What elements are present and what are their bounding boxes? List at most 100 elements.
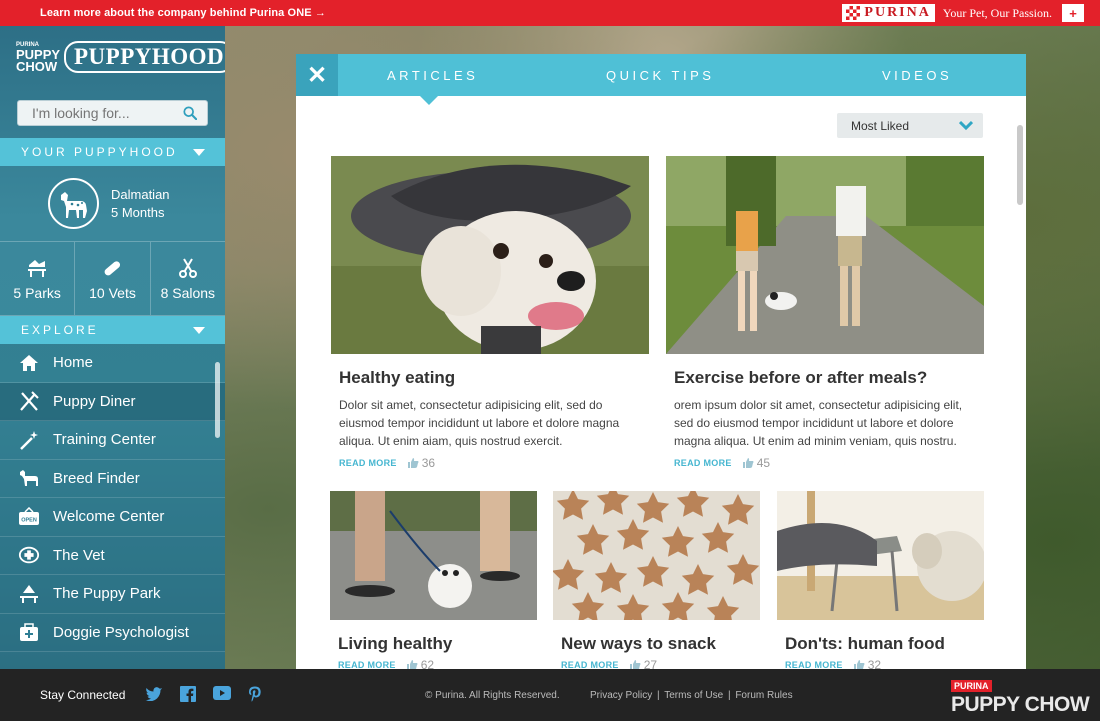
dog-profile[interactable]: Dalmatian 5 Months bbox=[0, 166, 225, 242]
article-card[interactable]: Living healthy READ MORE 62 bbox=[330, 491, 537, 672]
nav-item-doggie-psychologist[interactable]: Doggie Psychologist bbox=[0, 613, 225, 652]
chevron-down-icon bbox=[193, 327, 205, 334]
article-image-white-dog-leash[interactable] bbox=[330, 491, 537, 620]
your-puppyhood-label: YOUR PUPPYHOOD bbox=[21, 145, 178, 159]
nav-item-label: The Puppy Park bbox=[53, 585, 161, 603]
like-count: 36 bbox=[421, 456, 436, 470]
twitter-icon[interactable] bbox=[145, 686, 163, 707]
purina-logo-text: PURINA bbox=[864, 5, 931, 20]
top-bar: Learn more about the company behind Puri… bbox=[0, 0, 1100, 26]
search-input[interactable] bbox=[32, 105, 182, 121]
thumbs-up-icon[interactable] bbox=[407, 457, 419, 469]
nav-item-label: Puppy Diner bbox=[53, 392, 136, 410]
purina-logo[interactable]: PURINA bbox=[842, 4, 935, 22]
nav-item-home[interactable]: Home bbox=[0, 344, 225, 383]
link-divider: | bbox=[727, 690, 731, 701]
pinterest-icon[interactable] bbox=[248, 686, 262, 707]
terms-of-use-link[interactable]: Terms of Use bbox=[664, 690, 723, 701]
fork-knife-icon bbox=[18, 390, 40, 412]
tagline: Your Pet, Our Passion. bbox=[942, 5, 1052, 20]
stat-salons[interactable]: 8 Salons bbox=[151, 242, 225, 315]
article-card[interactable]: Healthy eating Dolor sit amet, consectet… bbox=[331, 156, 649, 476]
close-button[interactable]: ✕ bbox=[296, 54, 338, 96]
article-card[interactable]: New ways to snack READ MORE 27 bbox=[553, 491, 760, 672]
nav-item-label: Breed Finder bbox=[53, 469, 140, 487]
footer-puppy-chow-logo[interactable]: PURINA PUPPY CHOW bbox=[951, 676, 1090, 717]
article-card[interactable]: Don'ts: human food READ MORE 32 bbox=[777, 491, 984, 672]
article-title[interactable]: Living healthy bbox=[338, 634, 452, 654]
search-icon[interactable] bbox=[183, 106, 197, 120]
stat-parks[interactable]: 5 Parks bbox=[0, 242, 76, 315]
nav-item-the-puppy-park[interactable]: The Puppy Park bbox=[0, 575, 225, 614]
article-image-star-cookies[interactable] bbox=[553, 491, 760, 620]
tab-quick-tips[interactable]: QUICK TIPS bbox=[606, 54, 714, 96]
sort-dropdown-value: Most Liked bbox=[851, 118, 910, 133]
learn-more-link[interactable]: Learn more about the company behind Puri… bbox=[40, 7, 326, 19]
park-icon bbox=[18, 583, 40, 605]
open-sign-text: OPEN bbox=[21, 517, 37, 523]
thumbs-up-icon[interactable] bbox=[742, 457, 754, 469]
brand[interactable]: PURINA PUPPY CHOW PUPPYHOOD bbox=[0, 26, 225, 88]
stat-vets[interactable]: 10 Vets bbox=[75, 242, 151, 315]
nav-item-label: Training Center bbox=[53, 431, 156, 449]
nav-item-breed-finder[interactable]: Breed Finder bbox=[0, 459, 225, 498]
sidebar: PURINA PUPPY CHOW PUPPYHOOD YOUR PUPPYHO… bbox=[0, 26, 225, 669]
article-excerpt: orem ipsum dolor sit amet, consectetur a… bbox=[674, 398, 963, 448]
forum-rules-link[interactable]: Forum Rules bbox=[735, 690, 792, 701]
article-title[interactable]: Don'ts: human food bbox=[785, 634, 945, 654]
nav-item-training-center[interactable]: Training Center bbox=[0, 421, 225, 460]
copyright-text: © Purina. All Rights Reserved. bbox=[425, 690, 560, 701]
read-more-link[interactable]: READ MORE bbox=[339, 458, 397, 468]
panel-scrollbar[interactable] bbox=[1017, 125, 1023, 205]
explore-nav: Home Puppy Diner Training Center Breed F… bbox=[0, 344, 225, 652]
nav-item-the-vet[interactable]: The Vet bbox=[0, 536, 225, 575]
article-image-dog-with-hat[interactable] bbox=[331, 156, 649, 354]
sidebar-scrollbar[interactable] bbox=[215, 362, 220, 438]
scissors-icon bbox=[178, 257, 197, 278]
youtube-icon[interactable] bbox=[213, 686, 231, 707]
magic-wand-icon bbox=[18, 429, 40, 451]
footer-logo-puppy-chow: PUPPY CHOW bbox=[951, 693, 1090, 716]
footer-links: Privacy Policy | Terms of Use | Forum Ru… bbox=[590, 690, 795, 701]
facebook-icon[interactable] bbox=[180, 686, 196, 707]
social-links bbox=[145, 686, 279, 707]
park-bench-icon bbox=[28, 259, 47, 277]
article-title[interactable]: Healthy eating bbox=[339, 368, 455, 388]
article-image-walking-dog[interactable] bbox=[666, 156, 984, 354]
your-puppyhood-header[interactable]: YOUR PUPPYHOOD bbox=[0, 138, 225, 166]
stats-row: 5 Parks 10 Vets 8 Salons bbox=[0, 242, 225, 316]
bandage-icon bbox=[105, 260, 121, 275]
tab-videos[interactable]: VIDEOS bbox=[882, 54, 952, 96]
article-card[interactable]: Exercise before or after meals? orem ips… bbox=[666, 156, 984, 476]
article-excerpt: Dolor sit amet, consectetur adipisicing … bbox=[339, 398, 620, 448]
article-title[interactable]: Exercise before or after meals? bbox=[674, 368, 927, 388]
chevron-down-icon bbox=[193, 149, 205, 156]
nav-item-label: The Vet bbox=[53, 546, 105, 564]
stay-connected-label: Stay Connected bbox=[40, 688, 126, 702]
footer-logo-purina: PURINA bbox=[951, 680, 992, 692]
open-sign-icon: OPEN bbox=[18, 506, 40, 528]
like-count: 45 bbox=[756, 456, 771, 470]
article-meta: READ MORE 36 bbox=[339, 456, 435, 470]
tab-articles[interactable]: ARTICLES bbox=[387, 54, 478, 96]
article-image-dog-under-chair[interactable] bbox=[777, 491, 984, 620]
article-title[interactable]: New ways to snack bbox=[561, 634, 716, 654]
checkerboard-icon bbox=[846, 6, 861, 20]
nav-item-welcome-center[interactable]: OPEN Welcome Center bbox=[0, 498, 225, 537]
search-box[interactable] bbox=[17, 100, 208, 126]
dalmatian-icon bbox=[60, 191, 87, 218]
expand-plus-button[interactable]: + bbox=[1062, 4, 1084, 22]
stat-parks-label: 5 Parks bbox=[13, 284, 61, 301]
medical-kit-icon bbox=[18, 621, 40, 643]
dog-breed: Dalmatian bbox=[111, 186, 170, 202]
nav-item-label: Home bbox=[53, 354, 94, 372]
explore-header[interactable]: EXPLORE bbox=[0, 316, 225, 344]
vet-cross-icon bbox=[18, 544, 40, 566]
active-tab-indicator bbox=[420, 96, 438, 105]
read-more-link[interactable]: READ MORE bbox=[674, 458, 732, 468]
nav-item-puppy-diner[interactable]: Puppy Diner bbox=[0, 382, 225, 421]
privacy-policy-link[interactable]: Privacy Policy bbox=[590, 690, 652, 701]
explore-label: EXPLORE bbox=[21, 323, 99, 337]
sort-dropdown[interactable]: Most Liked bbox=[837, 113, 983, 138]
dog-avatar bbox=[48, 178, 99, 229]
